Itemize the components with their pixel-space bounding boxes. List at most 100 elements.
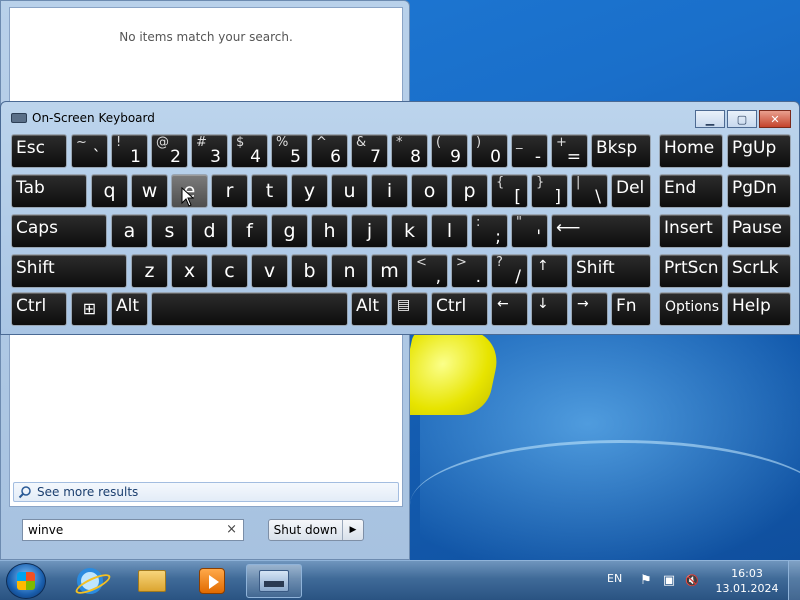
key-u[interactable]: u: [331, 174, 368, 208]
key-p[interactable]: p: [451, 174, 488, 208]
key-label: 4: [250, 147, 261, 167]
key-menu[interactable]: ▤: [391, 292, 428, 326]
key-c[interactable]: c: [211, 254, 248, 288]
network-icon[interactable]: ▣: [661, 573, 677, 589]
key-quote[interactable]: " ': [511, 214, 548, 248]
start-search-input[interactable]: winve ×: [22, 519, 244, 541]
enter-arrow-icon: ⟵: [556, 218, 581, 238]
key-7[interactable]: & 7: [351, 134, 388, 168]
key-z[interactable]: z: [131, 254, 168, 288]
taskbar-internet-explorer[interactable]: [62, 564, 118, 598]
key-backslash[interactable]: | \: [571, 174, 608, 208]
key-v[interactable]: v: [251, 254, 288, 288]
key-scrlk[interactable]: ScrLk: [727, 254, 791, 288]
key-5[interactable]: % 5: [271, 134, 308, 168]
key-y[interactable]: y: [291, 174, 328, 208]
see-more-results-link[interactable]: See more results: [13, 482, 399, 502]
key-9[interactable]: (9: [431, 134, 468, 168]
key-label: z: [144, 260, 155, 282]
key-k[interactable]: k: [391, 214, 428, 248]
key-tab[interactable]: Tab: [11, 174, 87, 208]
shutdown-options-arrow-icon[interactable]: ▶: [343, 520, 363, 540]
key-right-bracket[interactable]: }]: [531, 174, 568, 208]
key-label: Ctrl: [436, 296, 467, 316]
language-indicator[interactable]: EN: [607, 572, 622, 585]
key-f[interactable]: f: [231, 214, 268, 248]
key-d[interactable]: d: [191, 214, 228, 248]
key-n[interactable]: n: [331, 254, 368, 288]
key-label: ': [536, 227, 541, 247]
key-left-bracket[interactable]: {[: [491, 174, 528, 208]
key-1[interactable]: ! 1: [111, 134, 148, 168]
taskbar-file-explorer[interactable]: [124, 564, 180, 598]
key-3[interactable]: #3: [191, 134, 228, 168]
key-ctrl-right[interactable]: Ctrl: [431, 292, 488, 326]
key-s[interactable]: s: [151, 214, 188, 248]
key-h[interactable]: h: [311, 214, 348, 248]
key-home[interactable]: Home: [659, 134, 723, 168]
key-comma[interactable]: <,: [411, 254, 448, 288]
taskbar-on-screen-keyboard[interactable]: [246, 564, 302, 598]
key-windows[interactable]: ⊞: [71, 292, 108, 326]
key-t[interactable]: t: [251, 174, 288, 208]
key-b[interactable]: b: [291, 254, 328, 288]
key-6[interactable]: ^ 6: [311, 134, 348, 168]
key-slash[interactable]: ? /: [491, 254, 528, 288]
key-tilde[interactable]: ~ `: [71, 134, 108, 168]
key-a[interactable]: a: [111, 214, 148, 248]
key-backspace[interactable]: Bksp: [591, 134, 651, 168]
key-up-arrow[interactable]: ↑: [531, 254, 568, 288]
taskbar-media-player[interactable]: [184, 564, 240, 598]
show-desktop-button[interactable]: [788, 561, 800, 600]
volume-muted-icon[interactable]: 🔇: [684, 573, 700, 589]
key-equals[interactable]: + =: [551, 134, 588, 168]
shutdown-label: Shut down: [269, 520, 343, 540]
key-enter[interactable]: ⟵: [551, 214, 651, 248]
key-pgup[interactable]: PgUp: [727, 134, 791, 168]
key-pause[interactable]: Pause: [727, 214, 791, 248]
start-button[interactable]: [6, 563, 46, 599]
key-alt-right[interactable]: Alt: [351, 292, 388, 326]
key-0[interactable]: ) 0: [471, 134, 508, 168]
key-label: Shift: [576, 258, 615, 278]
key-m[interactable]: m: [371, 254, 408, 288]
key-shift-left[interactable]: Shift: [11, 254, 127, 288]
key-l[interactable]: l: [431, 214, 468, 248]
key-j[interactable]: j: [351, 214, 388, 248]
key-g[interactable]: g: [271, 214, 308, 248]
action-center-flag-icon[interactable]: ⚑: [638, 573, 654, 589]
shutdown-button[interactable]: Shut down ▶: [268, 519, 364, 541]
key-prtscn[interactable]: PrtScn: [659, 254, 723, 288]
key-4[interactable]: $4: [231, 134, 268, 168]
key-pgdn[interactable]: PgDn: [727, 174, 791, 208]
help-button[interactable]: Help: [727, 292, 791, 326]
key-caps[interactable]: Caps: [11, 214, 107, 248]
key-del[interactable]: Del: [611, 174, 651, 208]
key-esc[interactable]: Esc: [11, 134, 67, 168]
key-x[interactable]: x: [171, 254, 208, 288]
key-fn[interactable]: Fn: [611, 292, 651, 326]
key-insert[interactable]: Insert: [659, 214, 723, 248]
key-space[interactable]: [151, 292, 348, 326]
key-right-arrow[interactable]: →: [571, 292, 608, 326]
key-o[interactable]: o: [411, 174, 448, 208]
key-i[interactable]: i: [371, 174, 408, 208]
key-end[interactable]: End: [659, 174, 723, 208]
options-button[interactable]: Options: [659, 292, 723, 326]
key-down-arrow[interactable]: ↓: [531, 292, 568, 326]
key-q[interactable]: q: [91, 174, 128, 208]
key-w[interactable]: w: [131, 174, 168, 208]
key-r[interactable]: r: [211, 174, 248, 208]
key-ctrl-left[interactable]: Ctrl: [11, 292, 67, 326]
clear-search-icon[interactable]: ×: [226, 522, 237, 537]
key-period[interactable]: >.: [451, 254, 488, 288]
key-minus[interactable]: _ -: [511, 134, 548, 168]
key-8[interactable]: * 8: [391, 134, 428, 168]
clock[interactable]: 16:03 13.01.2024: [712, 566, 782, 596]
key-shift-right[interactable]: Shift: [571, 254, 651, 288]
key-2[interactable]: @2: [151, 134, 188, 168]
key-alt-left[interactable]: Alt: [111, 292, 148, 326]
key-label: Home: [664, 138, 715, 158]
key-left-arrow[interactable]: ←: [491, 292, 528, 326]
key-semicolon[interactable]: :;: [471, 214, 508, 248]
